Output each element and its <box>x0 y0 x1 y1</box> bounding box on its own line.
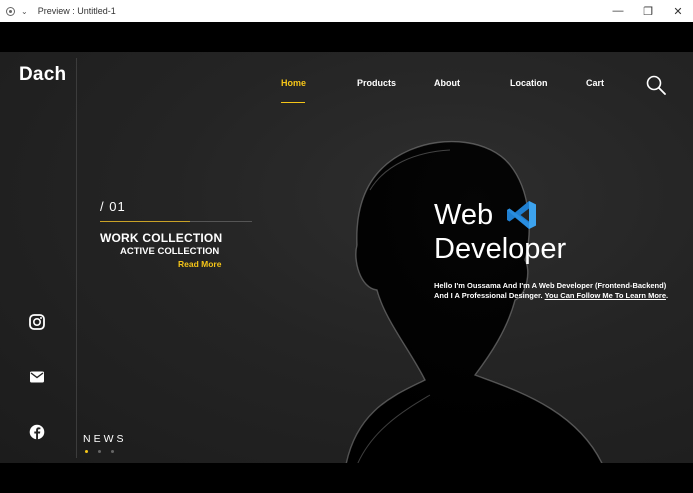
website-preview: Dach Home Products About Location Cart /… <box>0 52 693 463</box>
mail-icon[interactable] <box>29 369 45 385</box>
hero-desc-line1: Hello I'm Oussama And I'm A Web Develope… <box>434 281 667 290</box>
minimize-button[interactable]: — <box>603 0 633 22</box>
window-title: Preview : Untitled-1 <box>37 6 116 16</box>
hero-desc-line2: And I A Professional Desinger. <box>434 291 543 300</box>
record-icon[interactable] <box>6 6 15 16</box>
nav-home[interactable]: Home <box>281 78 306 88</box>
collection-title: WORK COLLECTION <box>100 231 223 245</box>
search-icon[interactable] <box>646 75 666 95</box>
news-dot-3[interactable] <box>111 450 114 453</box>
restore-button[interactable]: ❐ <box>633 0 663 22</box>
facebook-icon[interactable] <box>29 424 45 440</box>
preview-top-margin <box>0 22 693 52</box>
nav-products[interactable]: Products <box>357 78 396 88</box>
hero-title-line1: Web <box>434 199 494 231</box>
vscode-icon <box>507 201 537 229</box>
hero-heading: Web Developer <box>434 198 566 266</box>
nav-about[interactable]: About <box>434 78 460 88</box>
sidebar-divider <box>76 58 77 458</box>
nav-active-underline <box>281 102 305 103</box>
slide-progress-fill <box>100 221 190 222</box>
nav-cart[interactable]: Cart <box>586 78 604 88</box>
slide-counter: / 01 <box>100 199 126 214</box>
window-titlebar: ⌄ Preview : Untitled-1 — ❐ ✕ <box>0 0 693 23</box>
instagram-icon[interactable] <box>29 314 45 330</box>
main-nav: Home Products About Location Cart <box>0 78 693 98</box>
hero-desc-end: . <box>666 291 669 300</box>
news-dot-2[interactable] <box>98 450 101 453</box>
hero-title-line2: Developer <box>434 233 567 265</box>
nav-location[interactable]: Location <box>510 78 548 88</box>
news-dot-1[interactable] <box>85 450 88 453</box>
collection-subtitle: ACTIVE COLLECTION <box>120 246 220 257</box>
chevron-down-icon[interactable]: ⌄ <box>21 7 28 16</box>
follow-link[interactable]: You Can Follow Me To Learn More <box>545 291 666 300</box>
hero-description: Hello I'm Oussama And I'm A Web Develope… <box>434 281 684 301</box>
news-label: NEWS <box>83 433 127 445</box>
preview-bottom-margin <box>0 463 693 493</box>
read-more-link[interactable]: Read More <box>178 259 221 269</box>
close-button[interactable]: ✕ <box>663 0 693 22</box>
